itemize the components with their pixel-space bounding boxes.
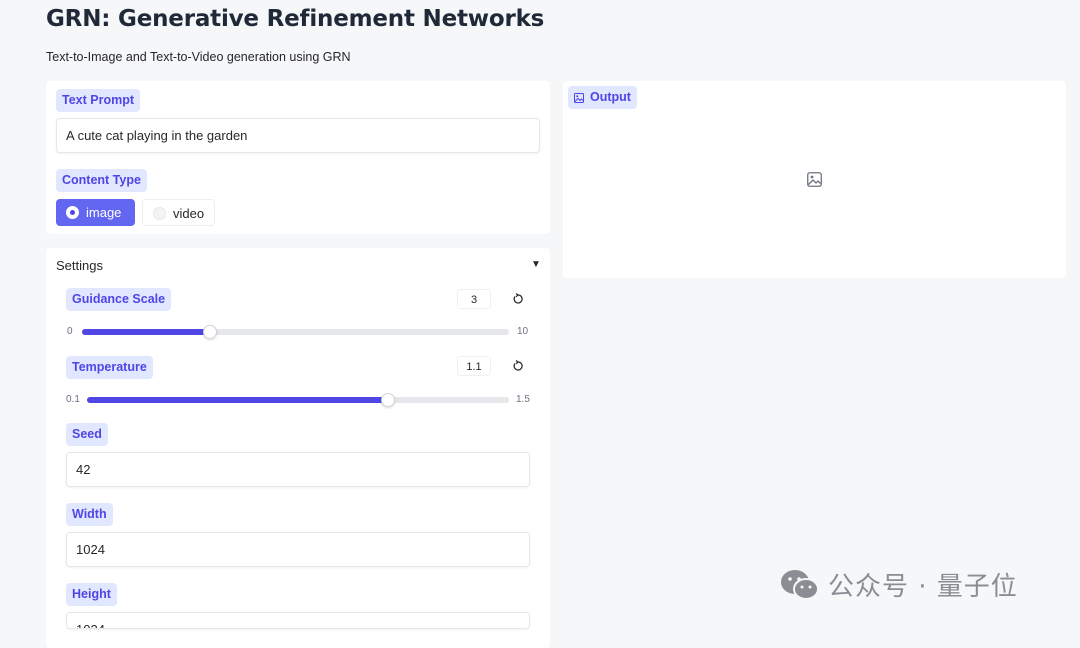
temperature-slider[interactable] <box>87 393 509 407</box>
page-subtitle: Text-to-Image and Text-to-Video generati… <box>46 50 351 64</box>
temperature-number[interactable]: 1.1 <box>457 356 491 376</box>
guidance-scale-fill <box>82 329 211 335</box>
text-prompt-input[interactable]: A cute cat playing in the garden <box>56 118 540 153</box>
watermark-text: 公众号 · 量子位 <box>828 572 1018 602</box>
temperature-label: Temperature <box>66 356 153 379</box>
guidance-scale-max: 10 <box>517 326 529 337</box>
seed-input[interactable]: 42 <box>66 452 530 487</box>
wechat-icon <box>781 570 819 600</box>
radio-video[interactable]: video <box>142 199 215 226</box>
height-input[interactable]: 1024 <box>66 612 530 629</box>
page-title: GRN: Generative Refinement Networks <box>46 6 545 32</box>
text-prompt-label: Text Prompt <box>56 89 140 112</box>
output-label: Output <box>568 86 637 109</box>
guidance-scale-number[interactable]: 3 <box>457 289 491 309</box>
temperature-max: 1.5 <box>516 394 530 405</box>
radio-image-indicator <box>66 206 79 219</box>
reset-icon[interactable] <box>512 360 524 372</box>
radio-video-label: video <box>173 206 205 221</box>
width-input[interactable]: 1024 <box>66 532 530 567</box>
guidance-scale-thumb[interactable] <box>203 325 218 339</box>
chevron-down-icon[interactable]: ▼ <box>531 259 541 270</box>
guidance-scale-slider[interactable] <box>82 325 509 339</box>
image-icon <box>574 93 584 103</box>
image-placeholder-icon <box>807 172 822 187</box>
guidance-scale-label: Guidance Scale <box>66 288 172 311</box>
reset-icon[interactable] <box>512 293 524 305</box>
radio-video-indicator <box>153 207 166 220</box>
temperature-min: 0.1 <box>66 394 80 405</box>
temperature-fill <box>87 397 389 403</box>
guidance-scale-min: 0 <box>67 326 73 337</box>
radio-image-label: image <box>86 205 122 220</box>
output-label-text: Output <box>590 90 631 104</box>
settings-accordion-title[interactable]: Settings <box>56 258 103 273</box>
seed-label: Seed <box>66 423 108 446</box>
radio-image[interactable]: image <box>56 199 135 226</box>
height-label: Height <box>66 583 117 606</box>
content-type-label: Content Type <box>56 169 147 192</box>
width-label: Width <box>66 503 113 526</box>
